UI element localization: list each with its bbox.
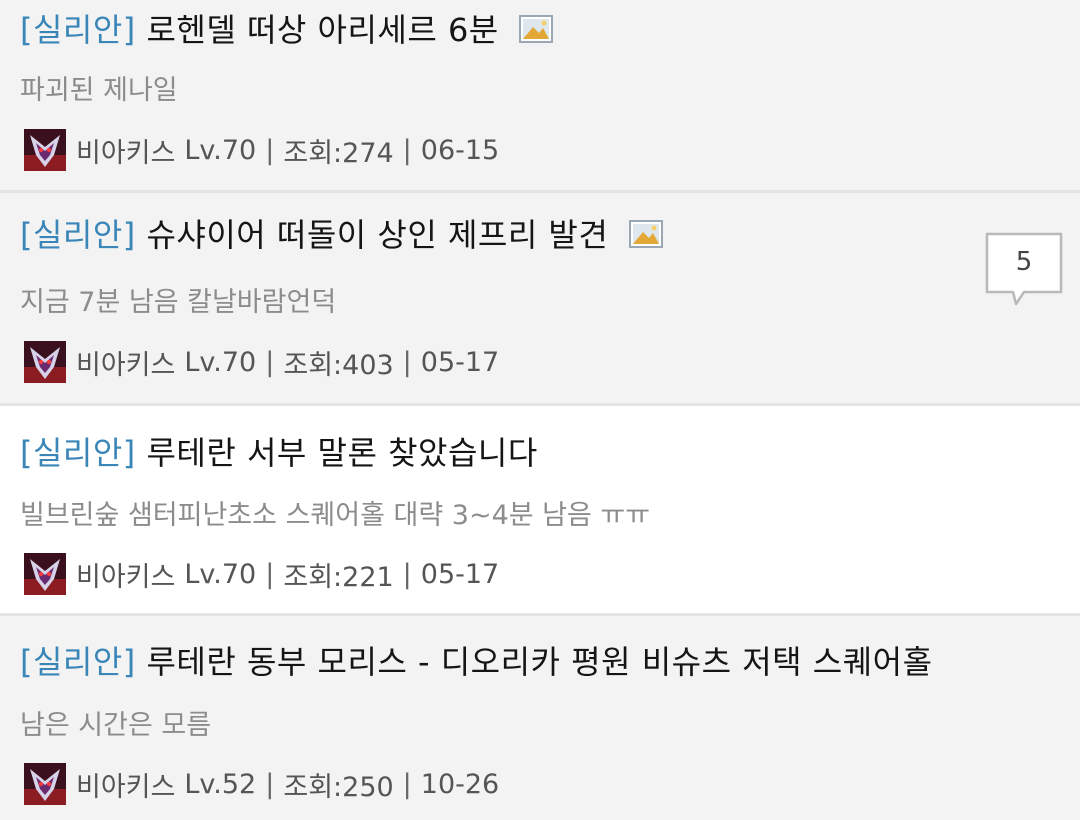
post-title-text: 로헨델 떠상 아리세르 6분 — [146, 11, 499, 49]
post-description-3: 빌브린숲 샘터피난초소 스퀘어홀 대략 3~4분 남음 ㅠㅠ — [20, 500, 651, 531]
author-name[interactable]: 비아키스 — [76, 131, 175, 170]
post-description-1: 파괴된 제나일 — [20, 75, 178, 106]
author-name[interactable]: 비아키스 — [76, 555, 175, 594]
view-count: 조회:403 — [283, 349, 394, 381]
comment-count: 5 — [1015, 247, 1033, 277]
post-title-text: 루테란 서부 말론 찾았습니다 — [146, 434, 538, 472]
post-date: 05-17 — [420, 346, 500, 378]
post-item-1[interactable]: [실리안] 로헨델 떠상 아리세르 6분 파괴된 제나일 비아키스 Lv.70 … — [0, 0, 1080, 190]
post-tag: [실리안] — [20, 216, 136, 254]
author-name[interactable]: 비아키스 — [76, 765, 175, 804]
view-count: 조회:274 — [283, 137, 394, 169]
post-tag: [실리안] — [20, 643, 136, 681]
post-item-4[interactable]: [실리안] 루테란 동부 모리스 - 디오리카 평원 비슈츠 저택 스퀘어홀 남… — [0, 616, 1080, 820]
avatar-icon — [24, 763, 66, 805]
author-level: Lv.70 — [184, 346, 257, 378]
divider: | — [402, 558, 412, 590]
post-tag: [실리안] — [20, 434, 136, 472]
post-date: 10-26 — [420, 768, 500, 800]
divider: | — [402, 134, 412, 166]
image-icon — [629, 220, 663, 248]
divider: | — [402, 768, 412, 800]
author-level: Lv.70 — [184, 134, 257, 166]
author-level: Lv.52 — [184, 768, 257, 800]
divider: | — [265, 134, 275, 166]
post-list: [실리안] 로헨델 떠상 아리세르 6분 파괴된 제나일 비아키스 Lv.70 … — [0, 0, 1080, 820]
post-item-2[interactable]: [실리안] 슈샤이어 떠돌이 상인 제프리 발견 지금 7분 남음 칼날바람언덕… — [0, 193, 1080, 403]
view-count: 조회:250 — [283, 771, 394, 803]
divider: | — [265, 346, 275, 378]
divider: | — [265, 558, 275, 590]
post-title-text: 슈샤이어 떠돌이 상인 제프리 발견 — [146, 216, 609, 254]
post-meta-2: 비아키스 Lv.70 | 조회:403 | 05-17 — [24, 338, 499, 386]
post-date: 06-15 — [420, 134, 500, 166]
divider: | — [402, 346, 412, 378]
post-title-4[interactable]: [실리안] 루테란 동부 모리스 - 디오리카 평원 비슈츠 저택 스퀘어홀 — [20, 640, 933, 684]
view-count: 조회:221 — [283, 561, 394, 593]
post-meta-1: 비아키스 Lv.70 | 조회:274 | 06-15 — [24, 126, 499, 174]
post-description-2: 지금 7분 남음 칼날바람언덕 — [20, 287, 337, 318]
post-meta-3: 비아키스 Lv.70 | 조회:221 | 05-17 — [24, 550, 499, 598]
post-item-3[interactable]: [실리안] 루테란 서부 말론 찾았습니다 빌브린숲 샘터피난초소 스퀘어홀 대… — [0, 406, 1080, 613]
post-description-4: 남은 시간은 모름 — [20, 710, 212, 741]
avatar-icon — [24, 553, 66, 595]
comment-count-badge[interactable]: 5 — [984, 231, 1064, 313]
post-title-text: 루테란 동부 모리스 - 디오리카 평원 비슈츠 저택 스퀘어홀 — [146, 643, 933, 681]
post-meta-4: 비아키스 Lv.52 | 조회:250 | 10-26 — [24, 760, 499, 808]
avatar-icon — [24, 341, 66, 383]
post-date: 05-17 — [420, 558, 500, 590]
post-title-2[interactable]: [실리안] 슈샤이어 떠돌이 상인 제프리 발견 — [20, 213, 663, 257]
avatar-icon — [24, 129, 66, 171]
image-icon — [519, 15, 554, 43]
post-title-3[interactable]: [실리안] 루테란 서부 말론 찾았습니다 — [20, 431, 538, 475]
post-tag: [실리안] — [20, 11, 136, 49]
author-name[interactable]: 비아키스 — [76, 343, 175, 382]
divider: | — [265, 768, 275, 800]
post-title-1[interactable]: [실리안] 로헨델 떠상 아리세르 6분 — [20, 8, 554, 52]
author-level: Lv.70 — [184, 558, 257, 590]
